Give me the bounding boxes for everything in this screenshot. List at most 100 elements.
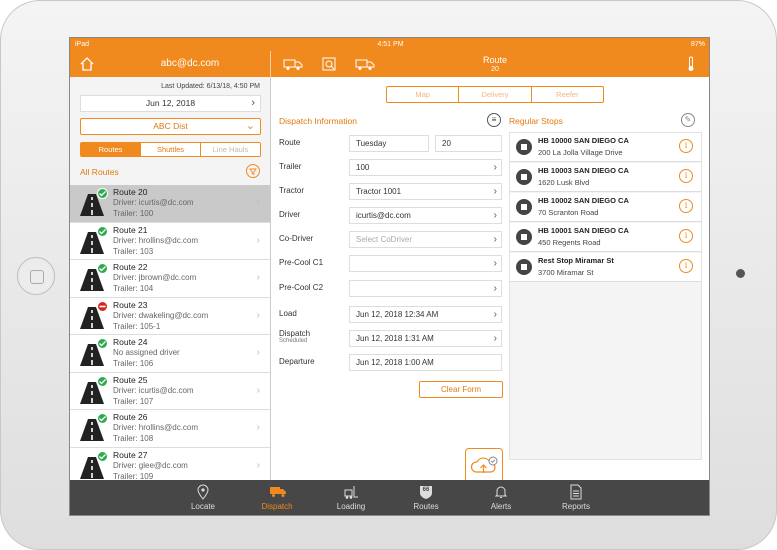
truck-icon[interactable] <box>354 54 376 74</box>
route-driver: Driver: jbrown@dc.com <box>113 273 197 282</box>
user-email: abc@dc.com <box>160 58 220 69</box>
stop-name: HB 10002 SAN DIEGO CA <box>538 196 629 205</box>
bell-icon <box>493 484 509 500</box>
route-number: 20 <box>491 66 499 73</box>
driver-field[interactable]: icurtis@dc.com › <box>349 207 502 224</box>
tab-map[interactable]: Map <box>387 87 460 102</box>
route-label: Route <box>279 138 301 147</box>
info-icon[interactable]: i <box>679 259 693 273</box>
stop-list-item[interactable]: Rest Stop Miramar St 3700 Miramar St i <box>510 253 701 282</box>
driver-label: Driver <box>279 210 301 219</box>
stop-list-item[interactable]: HB 10003 SAN DIEGO CA 1620 Lusk Blvd i <box>510 163 701 192</box>
route-driver: No assigned driver <box>113 348 180 357</box>
load-field[interactable]: Jun 12, 2018 12:34 AM › <box>349 306 502 323</box>
tab-line-hauls[interactable]: Line Hauls <box>201 143 260 156</box>
info-icon[interactable]: i <box>679 199 693 213</box>
route-list-item[interactable]: Route 20 Driver: icurtis@dc.com Trailer: 1… <box>70 185 270 223</box>
filter-icon[interactable] <box>246 164 260 178</box>
stop-list-item[interactable]: HB 10001 SAN DIEGO CA 450 Regents Road i <box>510 223 701 252</box>
check-icon <box>97 338 108 349</box>
check-icon <box>97 450 108 462</box>
route-list-item[interactable]: Route 27 Driver: glee@dc.com Trailer: 109 › <box>70 447 270 481</box>
route-number-field[interactable]: 20 <box>435 135 502 152</box>
chevron-right-icon: › <box>256 422 260 433</box>
list-title: All Routes <box>80 167 119 177</box>
tab-loading[interactable]: Loading <box>316 480 386 515</box>
route-list-item[interactable]: Route 24 No assigned driver Trailer: 106 › <box>70 335 270 373</box>
route-list-item[interactable]: Route 22 Driver: jbrown@dc.com Trailer: 10… <box>70 260 270 298</box>
dispatch-field[interactable]: Jun 12, 2018 1:31 AM › <box>349 330 502 347</box>
precool2-field[interactable]: › <box>349 280 502 297</box>
route-type-tabs: Routes Shuttles Line Hauls <box>80 142 261 157</box>
stop-name: HB 10003 SAN DIEGO CA <box>538 166 629 175</box>
tab-dispatch[interactable]: Dispatch <box>242 480 312 515</box>
tab-routes[interactable]: 66 Routes <box>391 480 461 515</box>
dispatch-label-text: Dispatch <box>279 329 311 338</box>
info-icon[interactable]: i <box>679 169 693 183</box>
tractor-field[interactable]: Tractor 1001 › <box>349 183 502 200</box>
stops-title: Regular Stops <box>509 116 563 126</box>
precool1-label: Pre-Cool C1 <box>279 258 324 267</box>
title-text: Route <box>482 55 508 65</box>
route-name: Route 24 <box>113 337 148 347</box>
truck-list-icon[interactable] <box>282 54 304 74</box>
check-icon <box>97 225 108 237</box>
pencil-icon[interactable]: ✎ <box>681 113 695 127</box>
stop-address: 1620 Lusk Blvd <box>538 178 590 187</box>
route-trailer: Trailer: 104 <box>113 284 154 293</box>
codriver-label: Co-Driver <box>279 234 314 243</box>
forklift-icon <box>343 484 359 500</box>
tab-reefer[interactable]: Reefer <box>532 87 603 102</box>
dispatch-label: Dispatch Scheduled <box>279 329 310 344</box>
chevron-right-icon: › <box>493 186 497 197</box>
clear-form-button[interactable]: Clear Form <box>419 381 503 398</box>
page-title: Route 20 <box>450 55 540 75</box>
date-selector[interactable]: Jun 12, 2018 › <box>80 95 261 112</box>
route-list: Route 20 Driver: icurtis@dc.com Trailer: 1… <box>70 185 270 481</box>
chevron-down-icon: ⌄ <box>245 120 255 132</box>
upload-button[interactable] <box>465 448 503 484</box>
home-icon[interactable] <box>76 54 98 74</box>
precool1-field[interactable]: › <box>349 255 502 272</box>
tab-label: Loading <box>336 502 366 511</box>
tab-shuttles[interactable]: Shuttles <box>141 143 201 156</box>
tab-routes[interactable]: Routes <box>81 143 141 156</box>
distribution-dropdown[interactable]: ABC Dist ⌄ <box>80 118 261 135</box>
stop-list-item[interactable]: HB 10002 SAN DIEGO CA 70 Scranton Road i <box>510 193 701 222</box>
departure-field[interactable]: Jun 12, 2018 1:00 AM <box>349 354 502 371</box>
tab-reports[interactable]: Reports <box>541 480 611 515</box>
dispatch-value: Jun 12, 2018 1:31 AM <box>356 334 434 343</box>
route-list-item[interactable]: Route 21 Driver: hrollins@dc.com Trailer: … <box>70 222 270 260</box>
thermometer-icon[interactable] <box>680 54 702 74</box>
info-icon[interactable]: i <box>679 139 693 153</box>
codriver-field[interactable]: Select CoDriver › <box>349 231 502 248</box>
status-bar: iPad 4:51 PM 87% <box>70 38 709 51</box>
location-pin-icon <box>195 484 211 500</box>
route-list-item[interactable]: Route 26 Driver: hrollins@dc.com Trailer: … <box>70 410 270 448</box>
route-list-item[interactable]: Route 23 Driver: dwakeling@dc.com Trailer:… <box>70 297 270 335</box>
departure-label: Departure <box>279 357 315 366</box>
tab-label: Routes <box>413 502 439 511</box>
route-day-field[interactable]: Tuesday <box>349 135 429 152</box>
driver-value: icurtis@dc.com <box>356 211 411 220</box>
sidebar: Last Updated: 6/13/18, 4:50 PM Jun 12, 2… <box>70 77 271 481</box>
ipad-frame: iPad 4:51 PM 87% abc@dc.com Route 20 Las… <box>0 0 777 550</box>
route-list-item[interactable]: Route 25 Driver: icurtis@dc.com Trailer: 1… <box>70 372 270 410</box>
chevron-right-icon: › <box>256 459 260 471</box>
tab-delivery[interactable]: Delivery <box>459 87 532 102</box>
tab-locate[interactable]: Locate <box>168 480 238 515</box>
stop-icon <box>516 259 532 275</box>
map-search-icon[interactable] <box>318 54 340 74</box>
route-driver: Driver: dwakeling@dc.com <box>113 310 209 320</box>
stop-list-item[interactable]: HB 10000 SAN DIEGO CA 200 La Jolla Villag… <box>510 133 701 162</box>
chevron-right-icon: › <box>256 309 260 321</box>
stop-address: 200 La Jolla Village Drive <box>538 148 623 157</box>
divider <box>270 51 271 77</box>
top-bar: abc@dc.com Route 20 <box>70 51 709 77</box>
date-value: Jun 12, 2018 <box>145 98 196 108</box>
tab-alerts[interactable]: Alerts <box>466 480 536 515</box>
precool2-label: Pre-Cool C2 <box>279 283 324 292</box>
menu-icon[interactable]: ≡ <box>487 113 501 127</box>
info-icon[interactable]: i <box>679 229 693 243</box>
trailer-field[interactable]: 100 › <box>349 159 502 176</box>
